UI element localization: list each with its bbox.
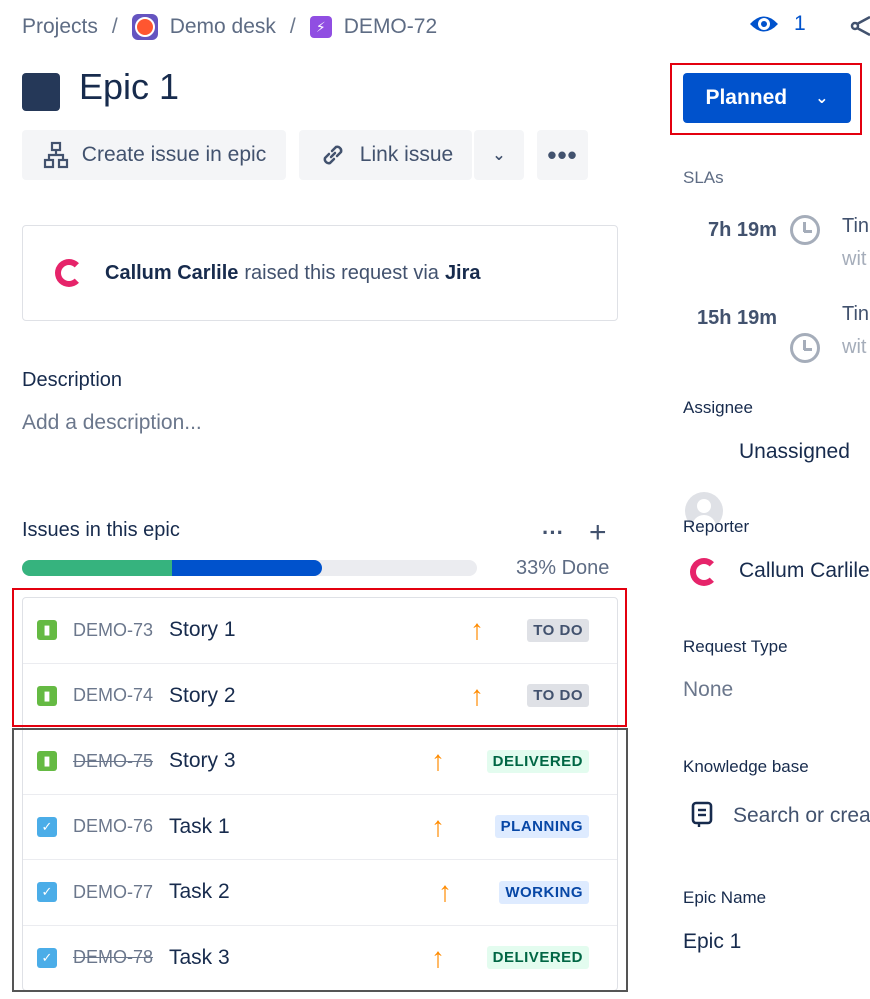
- link-issue-dropdown[interactable]: ⌄: [474, 130, 524, 180]
- assignee-label: Assignee: [683, 398, 753, 417]
- user-avatar-icon: [55, 259, 83, 287]
- more-icon: •••: [547, 139, 578, 170]
- clock-icon: [790, 215, 820, 245]
- chevron-down-icon: ⌄: [492, 147, 506, 164]
- epic-color-icon: [22, 73, 60, 111]
- request-type-label: Request Type: [683, 637, 788, 656]
- reporter-label: Reporter: [683, 517, 750, 536]
- book-icon: [691, 801, 713, 832]
- request-origin-card: Callum Carlile raised this request via J…: [22, 225, 618, 321]
- breadcrumb-issue-key[interactable]: DEMO-72: [344, 15, 437, 39]
- sla-name: Tin: [842, 303, 870, 325]
- highlight-box-todo-issues: [12, 588, 627, 727]
- sla-goal: wit: [842, 336, 867, 358]
- breadcrumb-projects[interactable]: Projects: [22, 15, 98, 39]
- clock-icon: [790, 333, 820, 363]
- status-label: Planned: [705, 86, 788, 109]
- reporter-value[interactable]: Callum Carlile: [739, 559, 870, 583]
- epic-name-value[interactable]: Epic 1: [683, 930, 741, 954]
- sla-time: 15h 19m: [697, 307, 778, 329]
- progress-done-segment: [22, 560, 173, 576]
- raised-text: raised this request via: [244, 261, 439, 284]
- more-actions-button[interactable]: •••: [537, 130, 588, 180]
- description-input[interactable]: Add a description...: [22, 411, 202, 435]
- assignee-value[interactable]: Unassigned: [739, 440, 850, 464]
- project-avatar-icon: [131, 14, 158, 40]
- channel-name: Jira: [444, 261, 481, 284]
- hierarchy-icon: [43, 141, 68, 169]
- create-issue-in-epic-button[interactable]: Create issue in epic: [22, 130, 286, 180]
- eye-icon: [750, 16, 778, 32]
- slas-label: SLAs: [683, 168, 724, 187]
- epic-issues-heading: Issues in this epic: [22, 519, 180, 541]
- chevron-down-icon: ⌄: [815, 90, 829, 107]
- reporter-name[interactable]: Callum Carlile: [105, 262, 238, 285]
- add-child-issue-icon[interactable]: +: [589, 516, 607, 550]
- epic-name-label: Epic Name: [683, 888, 767, 907]
- breadcrumb-separator: /: [111, 15, 118, 38]
- share-icon[interactable]: [850, 14, 870, 44]
- reporter-avatar-icon: [690, 558, 718, 586]
- link-icon: [323, 145, 343, 165]
- epic-progress-bar: [22, 560, 477, 576]
- epic-issues-more-icon[interactable]: ···: [542, 520, 564, 546]
- sla-name: Tin: [842, 215, 870, 237]
- request-type-value[interactable]: None: [683, 678, 733, 702]
- knowledge-base-label: Knowledge base: [683, 757, 809, 776]
- highlight-box-other-issues: [12, 728, 628, 992]
- watch-count: 1: [794, 12, 806, 35]
- link-issue-label: Link issue: [359, 143, 454, 166]
- progress-in-progress-segment: [172, 560, 323, 576]
- breadcrumb: Projects / Demo desk / ⚡ DEMO-72: [22, 14, 437, 40]
- breadcrumb-separator: /: [289, 15, 296, 38]
- status-dropdown-button[interactable]: Planned ⌄: [683, 73, 851, 123]
- description-heading: Description: [22, 369, 123, 391]
- knowledge-base-search[interactable]: Search or crea: [733, 804, 870, 828]
- breadcrumb-project[interactable]: Demo desk: [170, 15, 276, 39]
- sla-time: 7h 19m: [708, 219, 777, 241]
- watch-button[interactable]: 1: [748, 12, 806, 36]
- issue-title[interactable]: Epic 1: [79, 66, 179, 108]
- link-issue-button[interactable]: Link issue: [299, 130, 472, 180]
- progress-label: 33% Done: [516, 557, 610, 579]
- epic-type-icon: ⚡: [309, 16, 332, 38]
- create-issue-label: Create issue in epic: [81, 143, 267, 166]
- sla-goal: wit: [842, 248, 867, 270]
